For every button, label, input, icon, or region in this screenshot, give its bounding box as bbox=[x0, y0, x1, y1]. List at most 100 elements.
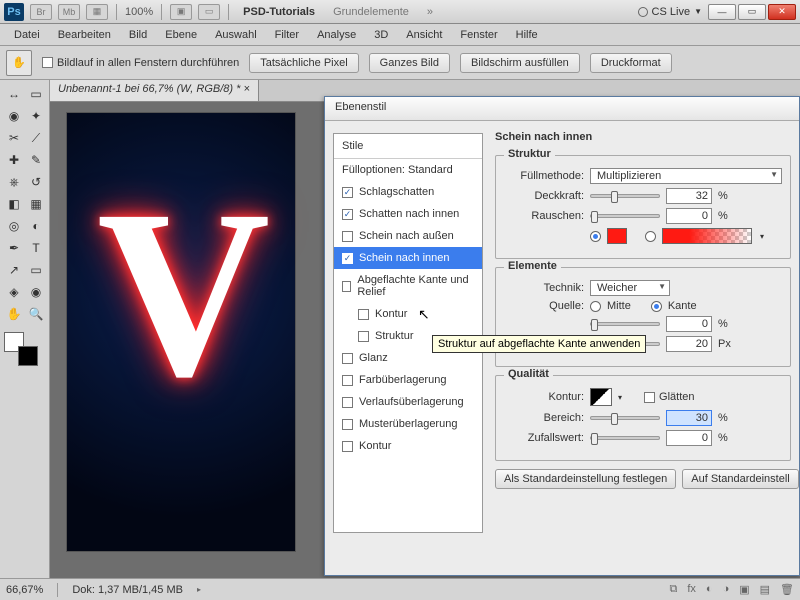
style-checkbox[interactable] bbox=[358, 309, 369, 320]
reset-default-button[interactable]: Auf Standardeinstell bbox=[682, 469, 798, 489]
hand-tool-icon[interactable]: ✋ bbox=[4, 304, 24, 324]
window-maximize-button[interactable]: ▭ bbox=[738, 4, 766, 20]
style-checkbox[interactable] bbox=[342, 353, 353, 364]
screenmode-button[interactable]: ▭ bbox=[198, 4, 220, 20]
style-item[interactable]: Schein nach außen bbox=[334, 225, 482, 247]
type-tool-icon[interactable]: T bbox=[26, 238, 46, 258]
path-tool-icon[interactable]: ↗ bbox=[4, 260, 24, 280]
3dcam-tool-icon[interactable]: ◉ bbox=[26, 282, 46, 302]
zufall-slider[interactable] bbox=[590, 436, 660, 440]
style-item[interactable]: Kontur bbox=[334, 303, 482, 325]
style-item[interactable]: ✓Schatten nach innen bbox=[334, 203, 482, 225]
gradient-radio[interactable] bbox=[645, 231, 656, 242]
style-item[interactable]: Farbüberlagerung bbox=[334, 369, 482, 391]
status-fx-icon[interactable]: fx bbox=[687, 583, 696, 596]
status-new-icon[interactable]: ▤ bbox=[760, 583, 770, 596]
window-minimize-button[interactable]: — bbox=[708, 4, 736, 20]
dodge-tool-icon[interactable]: ◐ bbox=[26, 216, 46, 236]
style-checkbox[interactable] bbox=[342, 231, 353, 242]
bridge-button[interactable]: Br bbox=[30, 4, 52, 20]
noise-input[interactable]: 0 bbox=[666, 208, 712, 224]
style-item[interactable]: Musterüberlagerung bbox=[334, 413, 482, 435]
arrange-docs-button[interactable]: ▣ bbox=[170, 4, 192, 20]
zufall-input[interactable]: 0 bbox=[666, 430, 712, 446]
3d-tool-icon[interactable]: ◈ bbox=[4, 282, 24, 302]
kontur-swatch[interactable] bbox=[590, 388, 612, 406]
status-doc-size[interactable]: Dok: 1,37 MB/1,45 MB bbox=[72, 584, 183, 596]
menu-fenster[interactable]: Fenster bbox=[452, 27, 505, 43]
stamp-tool-icon[interactable]: ⎈ bbox=[4, 172, 24, 192]
workspace-crumb[interactable]: Grundelemente bbox=[327, 4, 415, 20]
bereich-slider[interactable] bbox=[590, 416, 660, 420]
groesse-input[interactable]: 20 bbox=[666, 336, 712, 352]
eyedropper-tool-icon[interactable]: ⟋ bbox=[26, 128, 46, 148]
make-default-button[interactable]: Als Standardeinstellung festlegen bbox=[495, 469, 676, 489]
style-checkbox[interactable] bbox=[358, 331, 369, 342]
workspace-crumb-active[interactable]: PSD-Tutorials bbox=[237, 4, 321, 20]
styles-header[interactable]: Stile bbox=[334, 134, 482, 159]
gradient-tool-icon[interactable]: ▦ bbox=[26, 194, 46, 214]
print-size-button[interactable]: Druckformat bbox=[590, 53, 672, 73]
close-tab-icon[interactable]: × bbox=[243, 83, 249, 95]
noise-slider[interactable] bbox=[590, 214, 660, 218]
dialog-title[interactable]: Ebenenstil bbox=[325, 97, 799, 121]
menu-hilfe[interactable]: Hilfe bbox=[508, 27, 546, 43]
status-trash-icon[interactable]: 🗑 bbox=[780, 583, 794, 596]
zoom-field[interactable]: 100% bbox=[125, 6, 153, 18]
status-fill-icon[interactable]: ◑ bbox=[723, 583, 730, 596]
style-checkbox[interactable] bbox=[342, 419, 353, 430]
history-brush-tool-icon[interactable]: ↺ bbox=[26, 172, 46, 192]
fit-screen-button[interactable]: Ganzes Bild bbox=[369, 53, 450, 73]
style-item[interactable]: Abgeflachte Kante und Relief bbox=[334, 269, 482, 303]
style-item[interactable]: Kontur bbox=[334, 435, 482, 457]
style-item[interactable]: ✓Schlagschatten bbox=[334, 181, 482, 203]
menu-datei[interactable]: Datei bbox=[6, 27, 48, 43]
menu-analyse[interactable]: Analyse bbox=[309, 27, 364, 43]
opacity-slider[interactable] bbox=[590, 194, 660, 198]
lasso-tool-icon[interactable]: ◉ bbox=[4, 106, 24, 126]
cs-live-button[interactable]: CS Live▼ bbox=[638, 6, 702, 18]
color-radio[interactable] bbox=[590, 231, 601, 242]
menu-bild[interactable]: Bild bbox=[121, 27, 155, 43]
fill-screen-button[interactable]: Bildschirm ausfüllen bbox=[460, 53, 580, 73]
style-checkbox[interactable] bbox=[342, 397, 353, 408]
style-checkbox[interactable]: ✓ bbox=[342, 253, 353, 264]
gradient-swatch[interactable] bbox=[662, 228, 752, 244]
fill-options-row[interactable]: Fülloptionen: Standard bbox=[334, 159, 482, 181]
wand-tool-icon[interactable]: ✦ bbox=[26, 106, 46, 126]
quelle-kante-radio[interactable] bbox=[651, 301, 662, 312]
view-extras-button[interactable]: ▦ bbox=[86, 4, 108, 20]
actual-pixels-button[interactable]: Tatsächliche Pixel bbox=[249, 53, 358, 73]
status-mask-icon[interactable]: ◐ bbox=[706, 583, 713, 596]
scroll-all-windows-checkbox[interactable]: Bildlauf in allen Fenstern durchführen bbox=[42, 57, 239, 69]
window-close-button[interactable]: ✕ bbox=[768, 4, 796, 20]
bereich-input[interactable]: 30 bbox=[666, 410, 712, 426]
style-item[interactable]: ✓Schein nach innen bbox=[334, 247, 482, 269]
ueber-slider[interactable] bbox=[590, 322, 660, 326]
zoom-tool-icon[interactable]: 🔍 bbox=[26, 304, 46, 324]
marquee-tool-icon[interactable]: ▭ bbox=[26, 84, 46, 104]
style-checkbox[interactable] bbox=[342, 441, 353, 452]
menu-ebene[interactable]: Ebene bbox=[157, 27, 205, 43]
menu-ansicht[interactable]: Ansicht bbox=[398, 27, 450, 43]
style-checkbox[interactable] bbox=[342, 375, 353, 386]
minibridge-button[interactable]: Mb bbox=[58, 4, 80, 20]
menu-3d[interactable]: 3D bbox=[366, 27, 396, 43]
shape-tool-icon[interactable]: ▭ bbox=[26, 260, 46, 280]
menu-auswahl[interactable]: Auswahl bbox=[207, 27, 265, 43]
move-tool-icon[interactable]: ↔ bbox=[4, 84, 24, 104]
style-checkbox[interactable]: ✓ bbox=[342, 187, 353, 198]
technik-dropdown[interactable]: Weicher bbox=[590, 280, 670, 296]
brush-tool-icon[interactable]: ✎ bbox=[26, 150, 46, 170]
document-tab[interactable]: Unbenannt-1 bei 66,7% (W, RGB/8) * × bbox=[50, 80, 259, 101]
color-swatches[interactable] bbox=[4, 332, 38, 366]
current-tool-icon[interactable]: ✋ bbox=[6, 50, 32, 76]
style-checkbox[interactable] bbox=[342, 281, 351, 292]
workspace-more-icon[interactable]: » bbox=[421, 4, 439, 20]
eraser-tool-icon[interactable]: ◧ bbox=[4, 194, 24, 214]
crop-tool-icon[interactable]: ✂ bbox=[4, 128, 24, 148]
fillmode-dropdown[interactable]: Multiplizieren bbox=[590, 168, 782, 184]
menu-filter[interactable]: Filter bbox=[267, 27, 307, 43]
glaetten-checkbox[interactable]: Glätten bbox=[644, 391, 694, 403]
opacity-input[interactable]: 32 bbox=[666, 188, 712, 204]
